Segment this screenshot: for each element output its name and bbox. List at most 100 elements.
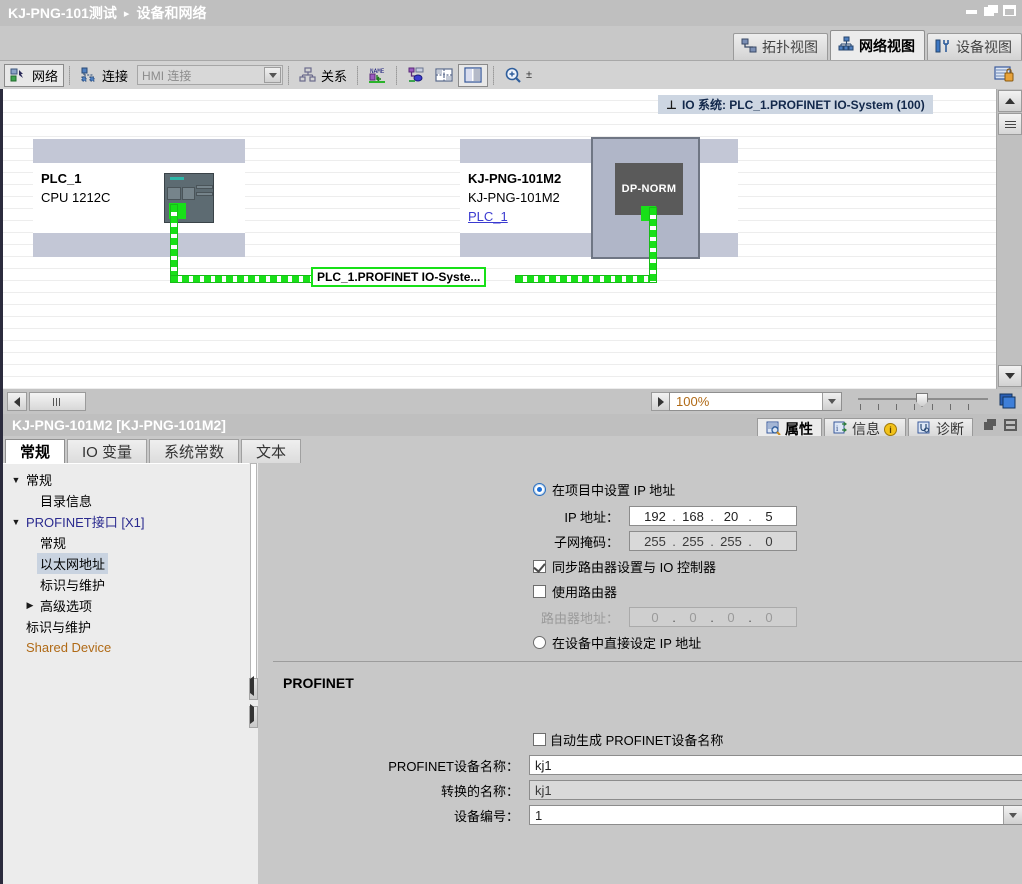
scroll-thumb[interactable] [998,113,1022,135]
ip-dot: . [748,533,752,549]
network-mode-button[interactable]: 网络 [4,63,65,87]
nav-item-identification-maintenance[interactable]: 标识与维护 [3,616,249,637]
nav-item-general[interactable]: ▼ 常规 [3,469,249,490]
nav-item-shared-device[interactable]: Shared Device [3,637,249,658]
ip-octet-2[interactable]: 168 [678,509,708,524]
mask-octet-1[interactable]: 255 [640,534,670,549]
connection-mode-button[interactable]: 连接 [75,64,133,87]
device-number-label: 设备编号： [453,808,519,824]
radio-icon[interactable] [533,636,546,649]
nav-label: Shared Device [26,640,112,655]
tab-topology-view[interactable]: 拓扑视图 [733,33,828,60]
io-system-label: IO 系统: PLC_1.PROFINET IO-System (100) [681,98,925,112]
device-node-plc1[interactable]: PLC_1 CPU 1212C [33,139,245,257]
page-breaks-button[interactable] [430,64,458,87]
nav-item-ethernet-addresses[interactable]: 以太网地址 [3,553,249,574]
device-name: PLC_1 [41,171,82,186]
info-icon: i [833,421,848,438]
nav-item-catalog-info[interactable]: 目录信息 [3,490,249,511]
scroll-right-button[interactable] [651,392,671,411]
assigned-controller-link[interactable]: PLC_1 [468,209,508,224]
ptab-io-tags[interactable]: IO 变量 [67,439,148,463]
radio-icon[interactable] [533,483,546,496]
zoom-slider[interactable] [858,393,988,411]
breadcrumb-page[interactable]: 设备和网络 [136,3,206,23]
ip-octet-1[interactable]: 192 [640,509,670,524]
ip-octet-3[interactable]: 20 [716,509,746,524]
toolbar-separator-5 [493,65,495,85]
canvas-vertical-scrollbar[interactable] [996,89,1022,389]
checkbox-icon[interactable] [533,560,546,573]
zoom-chevron-down-icon[interactable] [822,393,841,410]
network-canvas[interactable]: ⊥ IO 系统: PLC_1.PROFINET IO-System (100) … [3,89,999,389]
zoom-button[interactable]: ± [499,64,537,87]
mask-octet-4[interactable]: 0 [754,534,784,549]
pn-subnet-label[interactable]: PLC_1.PROFINET IO-Syste... [311,267,487,287]
collapse-arrow-icon[interactable]: ▶ [23,600,37,611]
expand-arrow-icon[interactable]: ▼ [9,517,23,527]
nav-item-profinet-interface[interactable]: ▼ PROFINET接口 [X1] [3,511,249,532]
radio-set-ip-in-project[interactable]: 在项目中设置 IP 地址 [533,480,675,499]
mask-octet-3[interactable]: 255 [716,534,746,549]
tab-device-view[interactable]: 设备视图 [927,33,1022,60]
profinet-device-name-input[interactable]: kj1 [529,755,1022,775]
checkbox-use-router[interactable]: 使用路由器 [533,582,617,601]
nav-label: 常规 [40,536,67,551]
radio-set-ip-in-device[interactable]: 在设备中直接设定 IP 地址 [533,633,701,652]
ip-address-input[interactable]: 192 . 168 . 20 . 5 [629,506,797,526]
zoom-combo[interactable]: 100% [669,392,842,411]
relation-button[interactable]: 关系 [294,64,352,87]
device-type: CPU 1212C [41,190,111,205]
nav-label: 高级选项 [40,599,93,614]
scroll-up-button[interactable] [998,90,1022,112]
expand-arrow-icon[interactable]: ▼ [9,475,23,485]
inspector-collapse-icon[interactable] [1004,419,1017,431]
profinet-device-name-label: PROFINET设备名称： [388,758,519,774]
horizontal-scrollbar[interactable] [7,392,86,411]
network-icon [838,36,854,55]
save-layout-icon[interactable] [994,65,1014,83]
minimize-icon[interactable] [965,4,978,17]
inspector-restore-icon[interactable] [984,419,997,431]
io-system-badge[interactable]: ⊥ IO 系统: PLC_1.PROFINET IO-System (100) [658,95,933,114]
columns-button[interactable] [458,63,489,87]
checkbox-icon[interactable] [533,585,546,598]
mask-octet-2[interactable]: 255 [678,534,708,549]
checkbox-auto-generate-name[interactable]: 自动生成 PROFINET设备名称 [533,730,723,749]
checkbox-sync-router[interactable]: 同步路由器设置与 IO 控制器 [533,557,716,576]
ptab-system-constants[interactable]: 系统常数 [149,439,240,463]
subnet-mask-input[interactable]: 255 . 255 . 255 . 0 [629,531,797,551]
checkbox-label: 自动生成 PROFINET设备名称 [550,733,724,748]
pn-line-plc-down [170,204,178,282]
device-name-2: KJ-PNG-101M2 [468,171,562,186]
device-number-select[interactable]: 1 [529,805,1022,825]
nav-tree-scrollbar[interactable] [249,463,258,884]
scroll-down-button[interactable] [998,365,1022,387]
maximize-icon[interactable] [1003,4,1016,17]
module-frame[interactable]: DP-NORM [591,137,700,259]
overview-toggle-icon[interactable] [998,392,1017,410]
nav-item-pn-general[interactable]: 常规 [3,532,249,553]
ptab-general[interactable]: 常规 [5,439,66,463]
device-number-value: 1 [535,807,543,823]
ip-octet-4[interactable]: 5 [754,509,784,524]
connection-type-combo[interactable]: HMI 连接 [137,65,284,85]
show-addresses-button[interactable] [402,64,430,87]
hscroll-thumb[interactable] [29,392,86,411]
ptab-texts[interactable]: 文本 [241,439,302,463]
checkbox-icon[interactable] [533,733,546,746]
view-tab-row: 拓扑视图 网络视图 设备视图 [0,26,1022,60]
scroll-left-button[interactable] [7,392,27,411]
nav-item-advanced-options[interactable]: ▶ 高级选项 [3,595,249,616]
chevron-down-icon[interactable] [1003,806,1022,824]
chevron-down-icon[interactable] [264,67,282,83]
restore-icon[interactable] [984,4,999,17]
property-content: 在项目中设置 IP 地址 IP 地址： 192 . 168 . 20 . 5 子… [259,463,1022,884]
nav-item-identification-maintenance-pn[interactable]: 标识与维护 [3,574,249,595]
device-node-kjpng101m2[interactable]: KJ-PNG-101M2 KJ-PNG-101M2 PLC_1 DP-NORM [460,137,738,259]
tab-network-view[interactable]: 网络视图 [830,30,925,60]
breadcrumb-project[interactable]: KJ-PNG-101测试 [8,3,117,23]
nav-scroll-left-button[interactable] [249,676,258,700]
nav-scroll-right-button[interactable] [249,704,258,728]
show-device-names-button[interactable]: NAME [363,64,391,87]
